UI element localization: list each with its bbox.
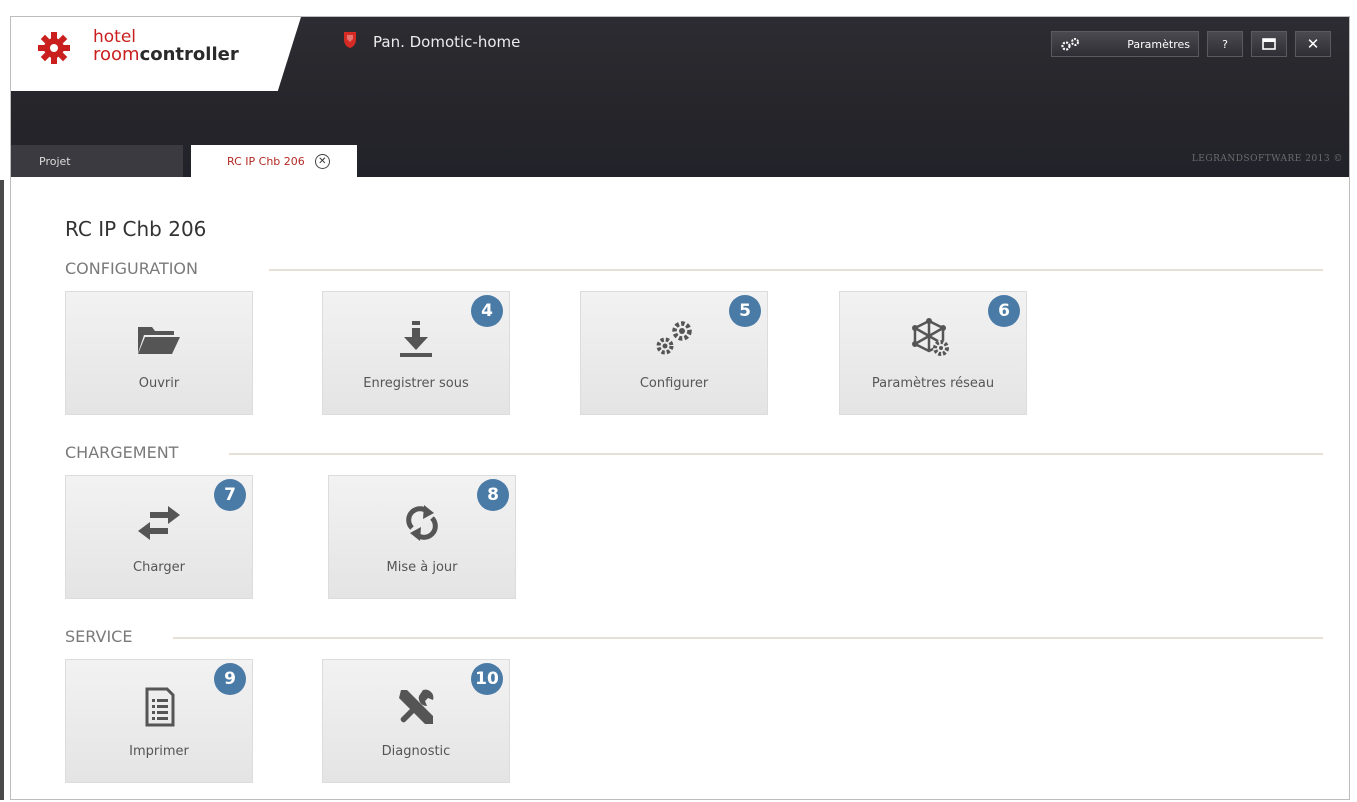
maximize-button[interactable] xyxy=(1251,31,1287,57)
project-shield-icon xyxy=(344,32,356,48)
network-settings-icon xyxy=(912,318,949,356)
network-settings-button-label: Paramètres réseau xyxy=(871,376,995,391)
callout-badge: 5 xyxy=(729,295,761,327)
app-header: hotel roomcontroller Pan. Domotic-home P… xyxy=(11,17,1349,177)
load-button-label: Charger xyxy=(133,560,185,575)
section-divider xyxy=(269,269,1323,271)
logo-text-controller: controller xyxy=(139,44,239,65)
settings-button-label: Paramètres xyxy=(1127,37,1190,51)
folder-icon xyxy=(138,327,180,354)
print-button-label: Imprimer xyxy=(129,744,189,759)
download-icon xyxy=(400,321,432,357)
section-title-chargement: CHARGEMENT xyxy=(65,443,179,462)
tools-icon xyxy=(399,689,434,724)
diagnostic-button-label: Diagnostic xyxy=(381,744,451,759)
tab-close-icon[interactable]: ✕ xyxy=(314,153,330,169)
configure-button-label: Configurer xyxy=(639,376,709,391)
logo-text-roomcontroller: roomcontroller xyxy=(93,45,239,65)
section-title-configuration: CONFIGURATION xyxy=(65,259,198,278)
app-window: hotel roomcontroller Pan. Domotic-home P… xyxy=(10,16,1350,800)
gears-icon xyxy=(1061,38,1079,51)
open-button[interactable]: Ouvrir xyxy=(65,291,253,415)
update-button-label: Mise à jour xyxy=(386,560,458,575)
window-left-edge xyxy=(0,180,4,800)
open-button-label: Ouvrir xyxy=(138,376,180,391)
save-as-button-label: Enregistrer sous xyxy=(363,376,469,391)
project-title: Pan. Domotic-home xyxy=(373,33,521,51)
help-button[interactable]: ? xyxy=(1207,31,1243,57)
callout-badge: 7 xyxy=(214,479,246,511)
callout-badge: 4 xyxy=(471,295,503,327)
close-button[interactable]: ✕ xyxy=(1295,31,1331,57)
callout-badge: 10 xyxy=(471,663,503,695)
refresh-icon xyxy=(406,505,438,541)
logo-gear-icon xyxy=(38,32,70,64)
gears-icon xyxy=(656,321,692,355)
document-icon xyxy=(145,687,175,727)
transfer-arrows-icon xyxy=(138,506,180,540)
tab-projet[interactable]: Projet xyxy=(11,145,183,177)
maximize-icon xyxy=(1262,38,1276,50)
tab-projet-label: Projet xyxy=(39,154,71,168)
tab-room-label: RC IP Chb 206 xyxy=(227,154,305,168)
section-title-service: SERVICE xyxy=(65,627,133,646)
settings-button[interactable]: Paramètres xyxy=(1051,31,1199,57)
tab-rc-ip-chb-206[interactable]: RC IP Chb 206 ✕ xyxy=(191,145,357,177)
section-divider xyxy=(229,453,1323,455)
callout-badge: 9 xyxy=(214,663,246,695)
callout-badge: 8 xyxy=(477,479,509,511)
section-divider xyxy=(173,637,1323,639)
copyright-text: LEGRANDSOFTWARE 2013 © xyxy=(1191,154,1343,164)
callout-badge: 6 xyxy=(988,295,1020,327)
page-title: RC IP Chb 206 xyxy=(65,217,207,241)
logo-text-room: room xyxy=(93,44,140,65)
logo-panel: hotel roomcontroller xyxy=(11,17,301,91)
